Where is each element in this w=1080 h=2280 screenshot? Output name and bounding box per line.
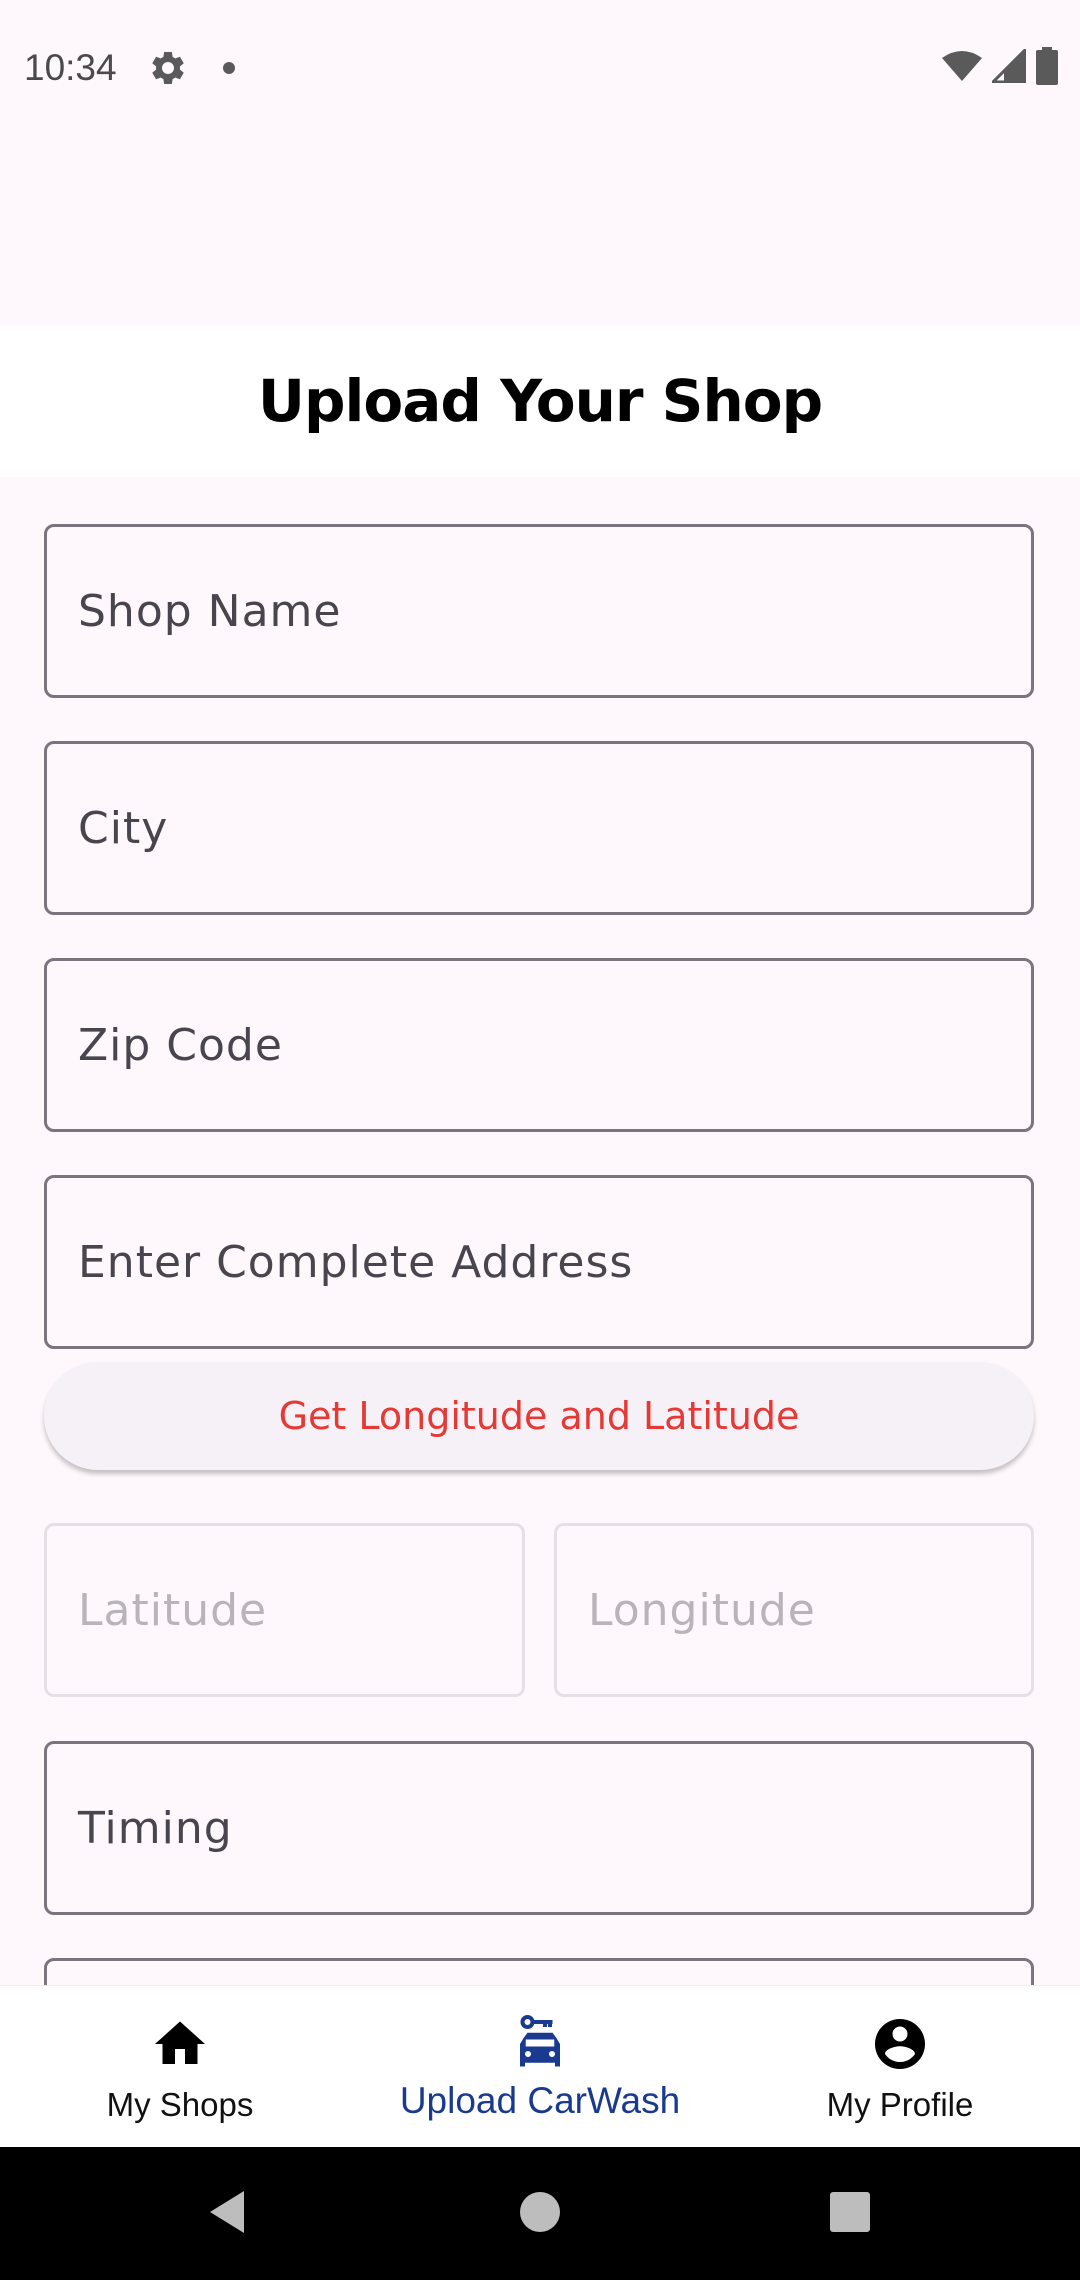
page-header: Upload Your Shop	[0, 325, 1080, 477]
app-bar-spacer	[0, 135, 1080, 325]
notification-dot-icon	[223, 62, 235, 74]
nav-item-my-profile[interactable]: My Profile	[720, 1986, 1080, 2148]
nav-label-my-shops: My Shops	[106, 2086, 254, 2123]
address-input[interactable]: Enter Complete Address	[44, 1175, 1034, 1349]
nav-label-my-profile: My Profile	[826, 2086, 974, 2123]
get-longitude-latitude-button[interactable]: Get Longitude and Latitude	[44, 1362, 1034, 1470]
zip-code-placeholder: Zip Code	[78, 1019, 283, 1071]
car-wash-icon	[520, 2015, 560, 2067]
city-placeholder: City	[78, 802, 169, 854]
nav-item-upload-carwash[interactable]: Upload CarWash	[360, 1986, 720, 2148]
recents-icon[interactable]	[828, 2187, 872, 2237]
latitude-input: Latitude	[44, 1523, 525, 1697]
city-input[interactable]: City	[44, 741, 1034, 915]
status-indicators	[942, 46, 1058, 86]
wifi-icon	[942, 51, 982, 81]
latitude-placeholder: Latitude	[78, 1584, 268, 1636]
status-bar: 10:34	[0, 0, 1080, 135]
page-title: Upload Your Shop	[257, 367, 823, 435]
timing-input[interactable]: Timing	[44, 1741, 1034, 1915]
nav-label-upload-carwash: Upload CarWash	[399, 2080, 681, 2121]
address-placeholder: Enter Complete Address	[78, 1236, 634, 1288]
home-circle-icon[interactable]	[518, 2187, 562, 2237]
next-input-partial[interactable]	[44, 1958, 1034, 1985]
back-icon[interactable]	[204, 2187, 254, 2237]
account-circle-icon	[875, 2019, 925, 2069]
upload-shop-form: Shop Name City Zip Code Enter Complete A…	[0, 477, 1080, 1985]
zip-code-input[interactable]: Zip Code	[44, 958, 1034, 1132]
settings-gear-icon	[152, 51, 184, 84]
shop-name-placeholder: Shop Name	[78, 585, 342, 637]
system-navigation-bar	[0, 2147, 1080, 2280]
status-time: 10:34	[24, 47, 117, 88]
bottom-navigation: My Shops Upload CarWash My Profile	[0, 1985, 1080, 2148]
nav-item-my-shops[interactable]: My Shops	[0, 1986, 360, 2148]
battery-icon	[1036, 47, 1058, 85]
cellular-signal-icon	[992, 49, 1026, 83]
get-longitude-latitude-label: Get Longitude and Latitude	[278, 1394, 800, 1438]
shop-name-input[interactable]: Shop Name	[44, 524, 1034, 698]
timing-placeholder: Timing	[78, 1802, 233, 1854]
home-icon	[155, 2021, 205, 2064]
longitude-placeholder: Longitude	[588, 1584, 816, 1636]
longitude-input: Longitude	[554, 1523, 1034, 1697]
